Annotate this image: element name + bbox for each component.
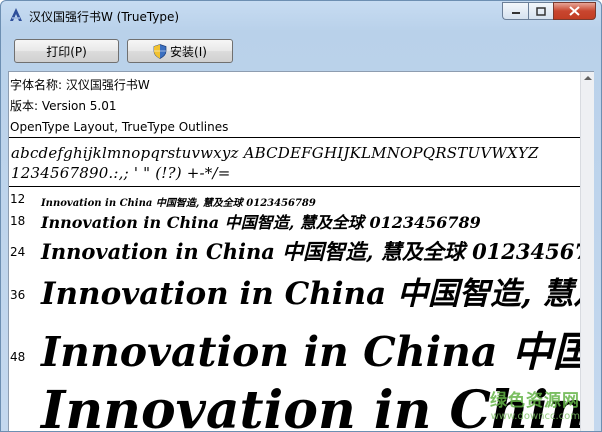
- size-sample-text: Innovation in China 中国智造, 慧及全球 012345678…: [41, 328, 594, 376]
- alphabet-sample: abcdefghijklmnopqrstuvwxyz ABCDEFGHIJKLM…: [11, 143, 539, 183]
- size-label: 48: [10, 350, 26, 364]
- alphabet-line-2: 1234567890.:,; ' " (!?) +-*/=: [11, 164, 231, 182]
- maximize-button[interactable]: [528, 2, 553, 20]
- watermark: 绿色资源网 www.downcc.com: [490, 386, 580, 422]
- size-label: 36: [10, 288, 26, 302]
- size-label: 18: [10, 214, 26, 228]
- title-bar[interactable]: 汉仪国强行书W (TrueType): [1, 1, 601, 31]
- watermark-text: 绿色资源网: [490, 391, 580, 411]
- alphabet-line-1: abcdefghijklmnopqrstuvwxyz ABCDEFGHIJKLM…: [11, 144, 539, 162]
- install-button[interactable]: 安装(I): [127, 39, 233, 63]
- window-title: 汉仪国强行书W (TrueType): [29, 10, 180, 24]
- font-viewer-window: 汉仪国强行书W (TrueType) 打印(P) 安装(I) 字体名称: 汉仪国…: [0, 0, 602, 432]
- font-name-line: 字体名称: 汉仪国强行书W: [10, 78, 150, 92]
- caption-buttons: [502, 2, 596, 22]
- size-sample-text: Innovation in China 中国智造, 慧及全球 012345678…: [41, 198, 316, 209]
- divider: [9, 186, 580, 187]
- minimize-button[interactable]: [502, 2, 528, 20]
- font-type-line: OpenType Layout, TrueType Outlines: [10, 120, 229, 134]
- toolbar: 打印(P) 安装(I): [8, 32, 594, 68]
- font-app-icon: [10, 8, 22, 21]
- font-version-line: 版本: Version 5.01: [10, 99, 117, 113]
- size-sample-text: Innovation in China 中国智造, 慧及全球 012345678…: [41, 239, 594, 264]
- watermark-url: www.downcc.com: [490, 411, 580, 422]
- print-button-label: 打印(P): [46, 44, 87, 59]
- vertical-scrollbar[interactable]: [580, 72, 594, 431]
- scroll-up-arrow-icon[interactable]: [584, 76, 592, 80]
- size-sample-text: Innovation in China 中国智造, 慧及全球 012345678…: [41, 276, 594, 312]
- size-sample-text: Innovation in China 中国智造, 慧及全球 012345678…: [41, 213, 481, 232]
- size-label: 24: [10, 245, 26, 259]
- print-button[interactable]: 打印(P): [14, 39, 119, 63]
- close-button[interactable]: [553, 2, 596, 20]
- minimize-icon: [511, 12, 520, 14]
- maximize-icon: [536, 6, 546, 16]
- font-preview-pane: 字体名称: 汉仪国强行书W 版本: Version 5.01 OpenType …: [8, 71, 594, 431]
- close-icon: [569, 6, 580, 16]
- divider: [9, 137, 580, 138]
- size-label: 12: [10, 192, 26, 206]
- font-info: 字体名称: 汉仪国强行书W 版本: Version 5.01 OpenType …: [10, 75, 228, 138]
- uac-shield-icon: [153, 43, 167, 59]
- install-button-label: 安装(I): [170, 44, 207, 59]
